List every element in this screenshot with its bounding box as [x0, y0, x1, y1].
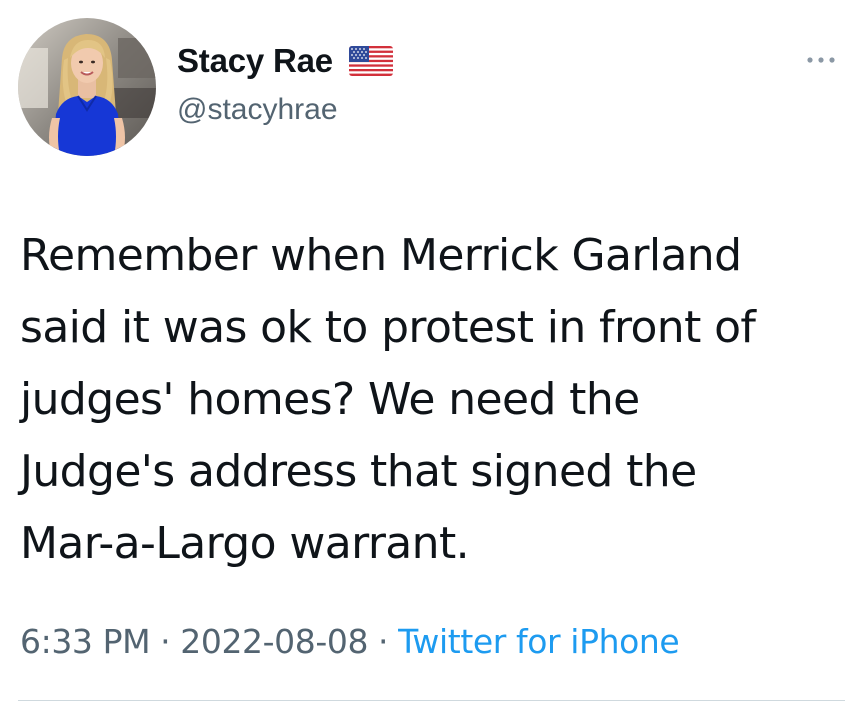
- us-flag-icon: [348, 46, 393, 76]
- name-row: Stacy Rae: [177, 40, 393, 82]
- avatar[interactable]: [18, 18, 156, 156]
- tweet-text-line: Judge's address that signed the: [20, 446, 697, 497]
- tweet-text-line: judges' homes? We need the: [20, 374, 640, 425]
- tweet-text-line: Mar-a-Largo warrant.: [20, 518, 470, 569]
- user-handle[interactable]: @stacyhrae: [177, 90, 393, 130]
- display-name[interactable]: Stacy Rae: [177, 40, 333, 82]
- tweet-text: Remember when Merrick Garland said it wa…: [20, 220, 850, 580]
- tweet-card: Stacy Rae @stacyhrae Remember when Merri…: [0, 0, 863, 718]
- more-dots-icon: [807, 57, 835, 63]
- meta-separator: ·: [378, 622, 389, 661]
- tweet-source-link[interactable]: Twitter for iPhone: [398, 622, 680, 661]
- tweet-meta: 6:33 PM · 2022-08-08 · Twitter for iPhone: [20, 620, 680, 664]
- avatar-image: [18, 18, 156, 156]
- divider: [18, 700, 845, 701]
- tweet-time[interactable]: 6:33 PM: [20, 622, 151, 661]
- tweet-text-line: Remember when Merrick Garland: [20, 230, 742, 281]
- more-options-button[interactable]: [801, 48, 841, 72]
- tweet-author: Stacy Rae @stacyhrae: [177, 40, 393, 130]
- tweet-date[interactable]: 2022-08-08: [180, 622, 368, 661]
- meta-separator: ·: [160, 622, 171, 661]
- tweet-text-line: said it was ok to protest in front of: [20, 302, 756, 353]
